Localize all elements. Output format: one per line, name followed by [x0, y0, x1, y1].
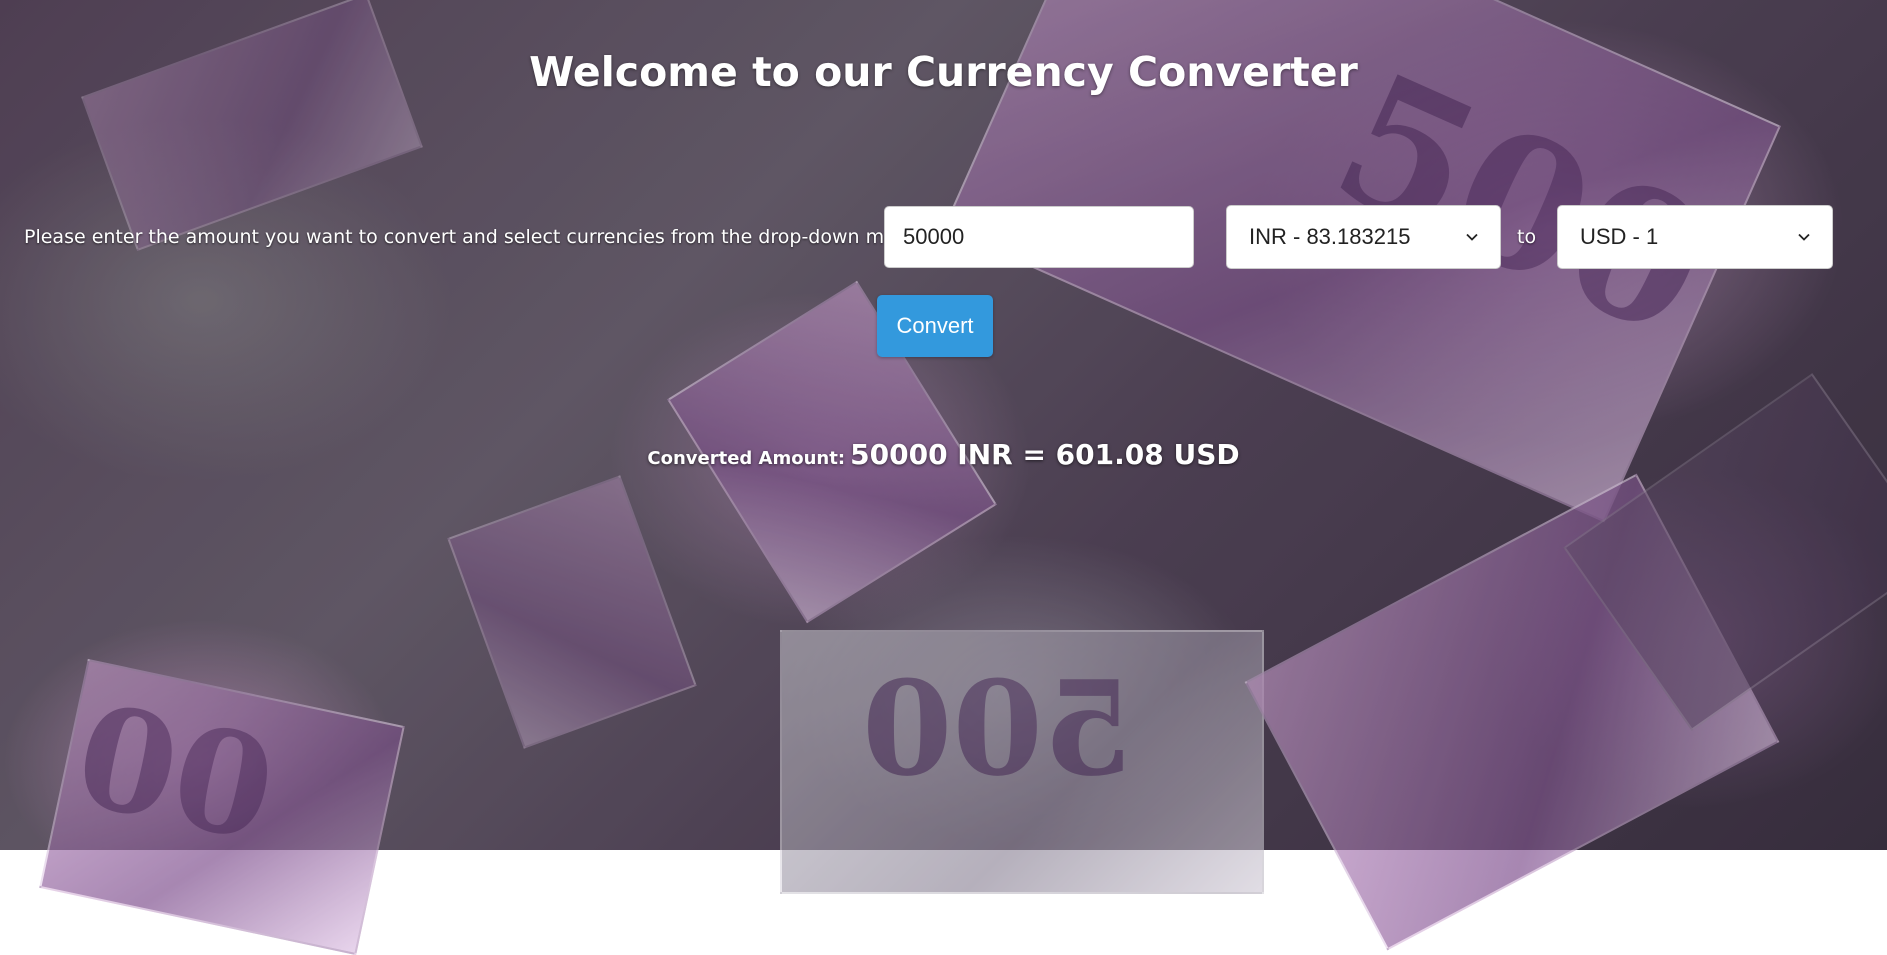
- instruction-text: Please enter the amount you want to conv…: [24, 226, 937, 248]
- convert-button[interactable]: Convert: [877, 295, 993, 357]
- background-dim-overlay: [0, 0, 1887, 850]
- to-label: to: [1517, 226, 1537, 248]
- converted-amount-result: Converted Amount: 50000 INR = 601.08 USD: [0, 438, 1887, 471]
- to-currency-value: USD - 1: [1580, 224, 1659, 249]
- from-currency-select[interactable]: INR - 83.183215: [1226, 205, 1501, 269]
- chevron-down-icon: [1798, 231, 1810, 243]
- page-title: Welcome to our Currency Converter: [529, 48, 1358, 96]
- converted-amount-value: 50000 INR = 601.08 USD: [850, 438, 1240, 471]
- to-currency-select[interactable]: USD - 1: [1557, 205, 1833, 269]
- chevron-down-icon: [1466, 231, 1478, 243]
- amount-input[interactable]: [884, 206, 1194, 268]
- from-currency-value: INR - 83.183215: [1249, 224, 1411, 249]
- converted-amount-label: Converted Amount:: [647, 448, 846, 469]
